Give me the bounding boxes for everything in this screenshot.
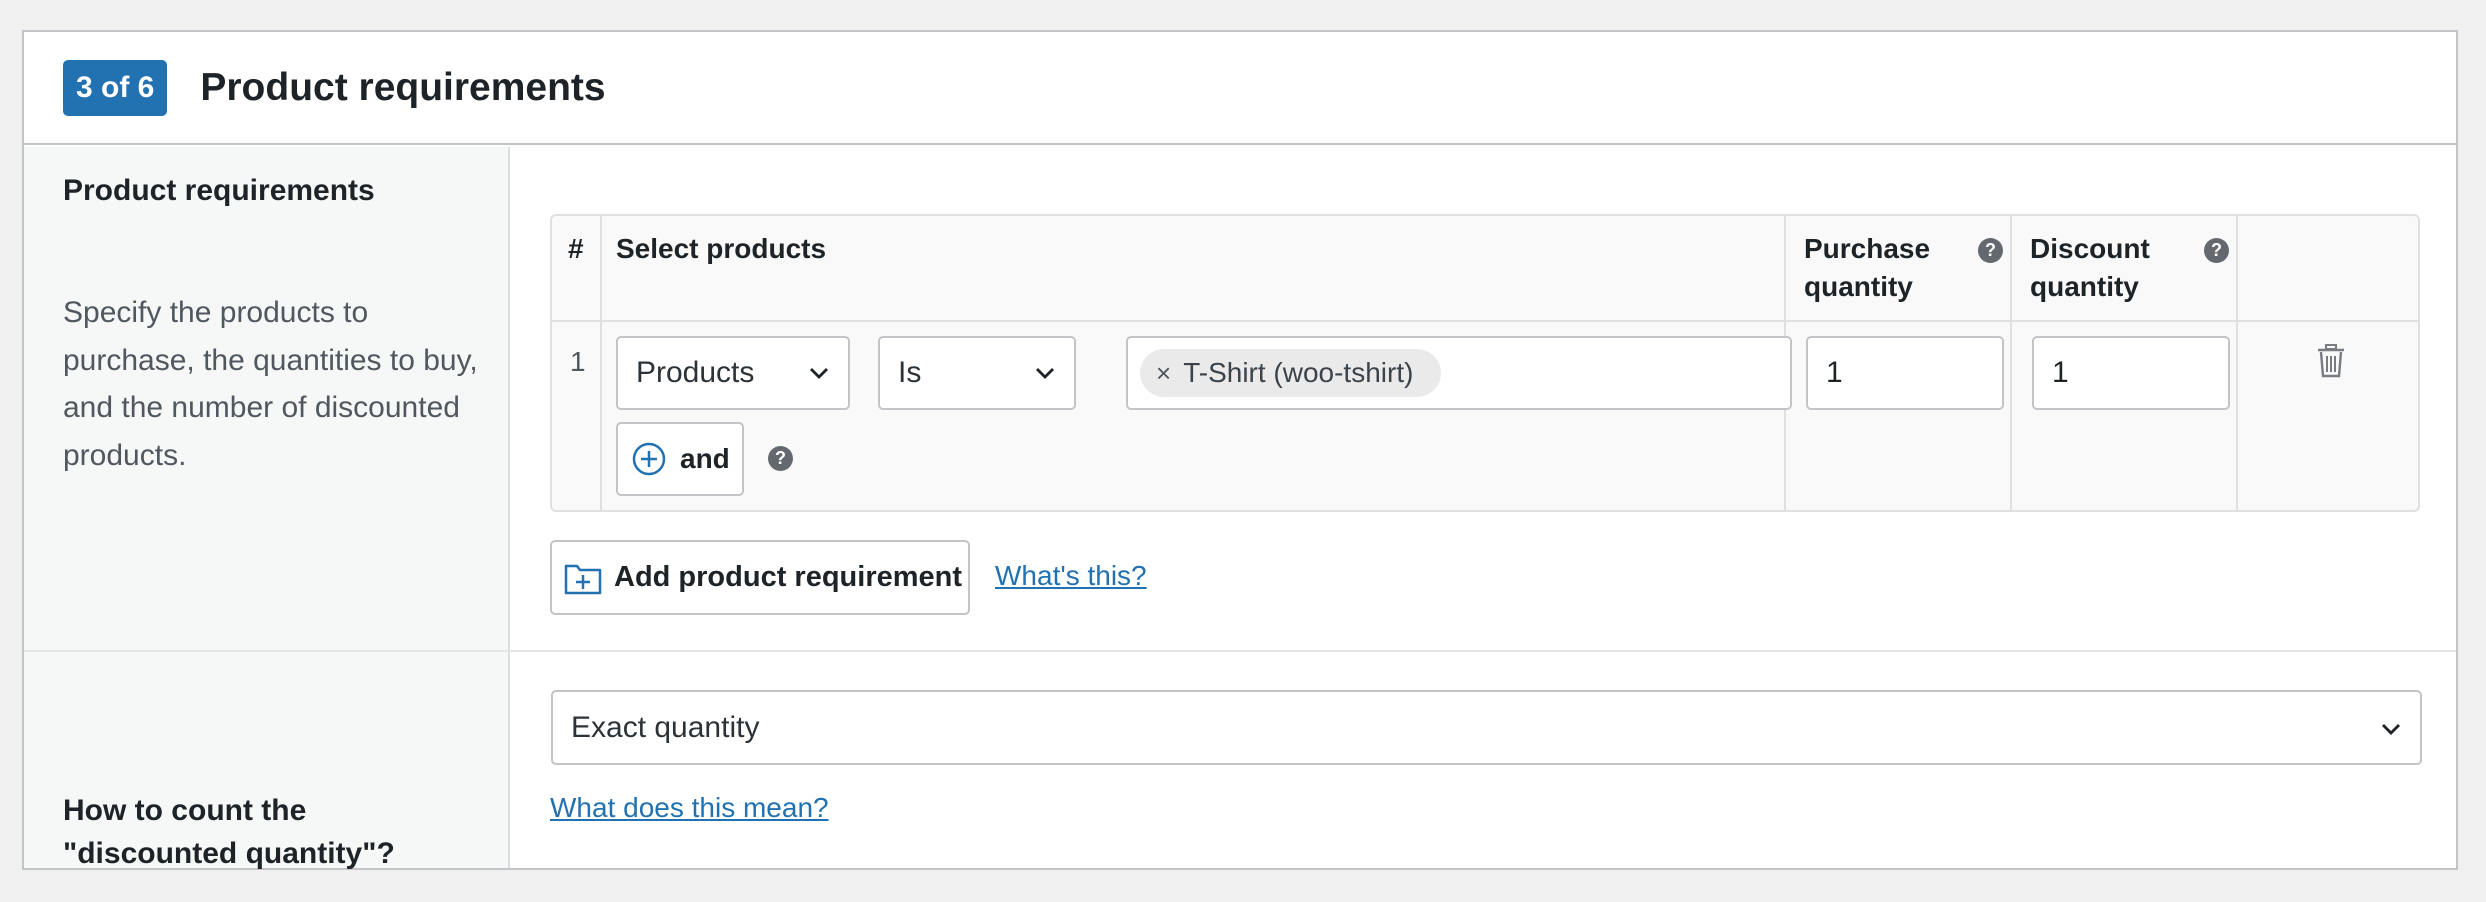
purchase-quantity-help-icon[interactable]: ? [1978, 238, 2003, 263]
add-product-requirement-button[interactable]: Add product requirement [550, 540, 970, 615]
step-badge: 3 of 6 [63, 59, 168, 116]
column-divider [600, 216, 602, 510]
requirements-label: Product requirements [63, 174, 375, 207]
requirements-description: Specify the products to purchase, the qu… [63, 296, 478, 472]
header-select-products: Select products [616, 233, 827, 264]
condition-operator-value: Is [898, 356, 922, 389]
chevron-down-icon [2382, 724, 2400, 735]
header-number: # [568, 233, 584, 264]
product-search-field[interactable]: × T-Shirt (woo-tshirt) [1126, 336, 1792, 410]
product-requirements-panel: 3 of 6 Product requirements Product requ… [22, 30, 2458, 870]
condition-type-value: Products [636, 356, 755, 389]
tag-remove-button[interactable]: × [1156, 358, 1171, 388]
whats-this-link[interactable]: What's this? [995, 560, 1147, 592]
row-number: 1 [570, 346, 586, 377]
panel-header: 3 of 6 Product requirements [24, 32, 2456, 145]
add-and-condition-button[interactable]: and [616, 422, 744, 496]
count-method-value: Exact quantity [571, 711, 760, 744]
product-tag: × T-Shirt (woo-tshirt) [1140, 349, 1442, 397]
header-discount-quantity: Discount quantity [2030, 233, 2150, 302]
count-label-line1: How to count the [63, 794, 307, 827]
discount-quantity-help-icon[interactable]: ? [2204, 238, 2229, 263]
plus-circle-icon [632, 442, 666, 476]
product-tag-label: T-Shirt (woo-tshirt) [1183, 357, 1414, 388]
discount-quantity-input[interactable]: 1 [2032, 336, 2230, 410]
and-help-icon[interactable]: ? [768, 446, 793, 471]
column-divider [2010, 216, 2012, 510]
what-does-this-mean-link[interactable]: What does this mean? [550, 792, 829, 824]
condition-type-select[interactable]: Products [616, 336, 850, 410]
header-purchase-quantity: Purchase quantity [1804, 233, 1931, 302]
purchase-quantity-input[interactable]: 1 [1806, 336, 2004, 410]
condition-operator-select[interactable]: Is [878, 336, 1076, 410]
requirements-table: # Select products Purchase quantity ? Di… [550, 214, 2420, 512]
chevron-down-icon [810, 368, 828, 379]
column-divider [2236, 216, 2238, 510]
add-product-requirement-label: Add product requirement [614, 561, 963, 593]
folder-plus-icon [564, 564, 602, 594]
section-divider [24, 650, 2456, 652]
trash-icon[interactable] [2316, 344, 2346, 378]
count-method-select[interactable]: Exact quantity [551, 690, 2422, 765]
and-button-label: and [680, 443, 730, 474]
chevron-down-icon [1036, 368, 1054, 379]
left-label-column: Product requirements Specify the product… [24, 147, 510, 870]
count-label-line2: "discounted quantity"? [63, 837, 395, 870]
panel-title: Product requirements [200, 65, 606, 109]
table-header-row: # Select products Purchase quantity ? Di… [552, 216, 2418, 322]
